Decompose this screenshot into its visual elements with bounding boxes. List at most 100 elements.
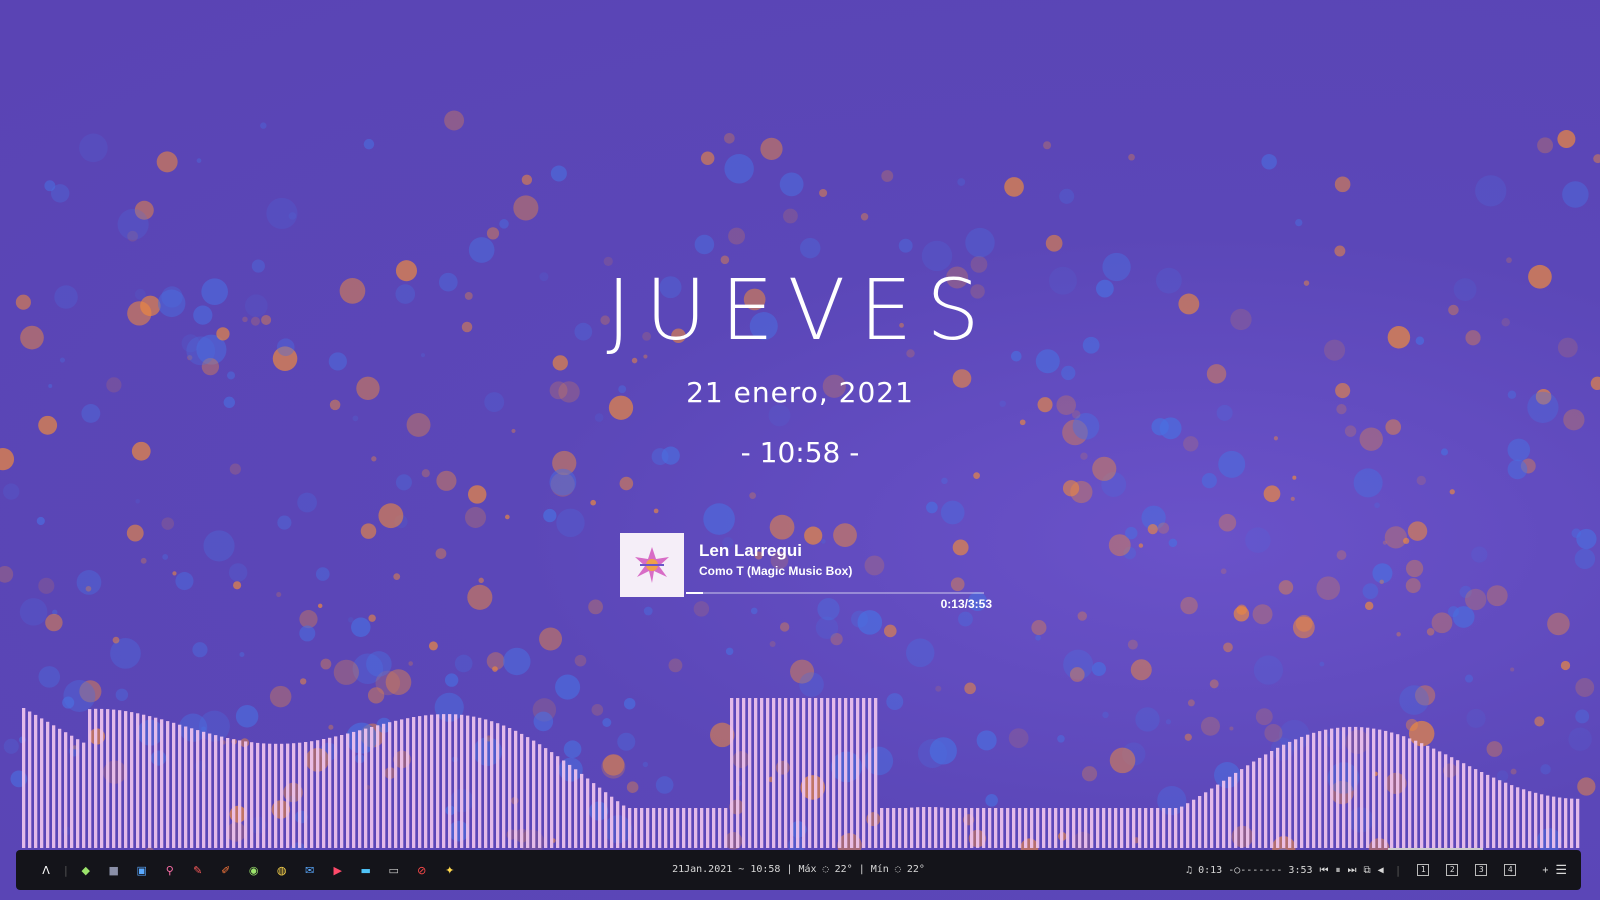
bokeh-dot bbox=[1091, 661, 1106, 677]
bokeh-dot bbox=[725, 647, 734, 656]
visualizer-bar bbox=[1102, 808, 1106, 848]
workspace-3[interactable]: 3 bbox=[1475, 864, 1488, 876]
bokeh-dot bbox=[499, 219, 509, 229]
bokeh-dot bbox=[203, 530, 235, 562]
visualizer-bar bbox=[40, 718, 44, 848]
visualizer-bar bbox=[1282, 744, 1286, 848]
bokeh-dot bbox=[59, 357, 66, 363]
visualizer-bar bbox=[898, 808, 902, 848]
next-button[interactable]: ⏭ bbox=[1348, 865, 1357, 876]
visualizer-bar bbox=[148, 716, 152, 848]
visualizer-bar bbox=[382, 723, 386, 848]
visualizer-bar bbox=[748, 698, 752, 848]
bokeh-dot bbox=[1510, 667, 1515, 672]
bokeh-dot bbox=[926, 501, 938, 514]
visualizer-bar bbox=[1270, 751, 1274, 848]
workspace-1[interactable]: 1 bbox=[1417, 864, 1430, 876]
bokeh-dot bbox=[1449, 489, 1455, 495]
visualizer-bar bbox=[1276, 747, 1280, 848]
pause-button[interactable]: ⏸ bbox=[1336, 865, 1341, 876]
menu-icon[interactable]: ☰ bbox=[1555, 863, 1567, 878]
visualizer-bar bbox=[118, 710, 122, 848]
bokeh-dot bbox=[1547, 612, 1570, 636]
bokeh-dot bbox=[260, 122, 267, 129]
bokeh-dot bbox=[363, 138, 375, 150]
bokeh-dot bbox=[965, 227, 995, 258]
bokeh-dot bbox=[478, 577, 484, 584]
visualizer-bar bbox=[1006, 808, 1010, 848]
bokeh-dot bbox=[172, 571, 177, 576]
bokeh-dot bbox=[815, 616, 839, 639]
visualizer-bar bbox=[1222, 780, 1226, 848]
album-cover[interactable] bbox=[620, 533, 684, 597]
bokeh-dot bbox=[749, 492, 756, 499]
visualizer-bar bbox=[550, 752, 554, 848]
visualizer-bar bbox=[1360, 727, 1364, 848]
visualizer-bar bbox=[430, 714, 434, 848]
bokeh-dot bbox=[1245, 527, 1271, 553]
right-tray: ♫ 0:13 -○------- 3:53 ⏮ ⏸ ⏭ ⧉ ◀ | 1 2 3 … bbox=[1186, 862, 1567, 878]
bokeh-dot bbox=[315, 567, 330, 581]
visualizer-bar bbox=[484, 719, 488, 848]
visualizer-bar bbox=[628, 808, 632, 848]
track-time: 0:13/3:53 bbox=[940, 597, 992, 611]
visualizer-bar bbox=[712, 808, 716, 848]
workspace-2[interactable]: 2 bbox=[1446, 864, 1459, 876]
visualizer-bar bbox=[598, 787, 602, 848]
bokeh-dot bbox=[539, 627, 563, 651]
shuffle-button[interactable]: ⧉ bbox=[1364, 865, 1371, 876]
bokeh-dot bbox=[552, 355, 568, 371]
bokeh-dot bbox=[1464, 674, 1474, 683]
bokeh-dot bbox=[550, 165, 567, 182]
bokeh-dot bbox=[1077, 611, 1087, 621]
visualizer-bar bbox=[1180, 806, 1184, 848]
visualizer-bar bbox=[778, 698, 782, 848]
bokeh-dot bbox=[1316, 576, 1341, 601]
visualizer-bar bbox=[1120, 808, 1124, 848]
visualizer-bar bbox=[1318, 731, 1322, 848]
add-icon[interactable]: + bbox=[1542, 865, 1548, 876]
bokeh-dot bbox=[1319, 661, 1325, 667]
visualizer-bar bbox=[178, 724, 182, 848]
bokeh-dot bbox=[299, 678, 307, 685]
visualizer-bar bbox=[46, 721, 50, 848]
visualizer-bar bbox=[274, 743, 278, 848]
bokeh-dot bbox=[1396, 632, 1401, 637]
visualizer-bar bbox=[586, 778, 590, 848]
bokeh-dot bbox=[117, 208, 149, 240]
visualizer-bar bbox=[358, 730, 362, 848]
visualizer-bar bbox=[520, 733, 524, 848]
visualizer-bar bbox=[682, 808, 686, 848]
previous-button[interactable]: ⏮ bbox=[1320, 865, 1329, 876]
bokeh-dot bbox=[543, 508, 557, 523]
bokeh-dot bbox=[1218, 513, 1237, 532]
bokeh-dot bbox=[668, 658, 683, 673]
bokeh-dot bbox=[1130, 659, 1152, 681]
visualizer-bar bbox=[376, 725, 380, 848]
visualizer-bar bbox=[1252, 761, 1256, 848]
bokeh-dot bbox=[408, 661, 413, 666]
bokeh-dot bbox=[464, 506, 487, 528]
visualizer-bar bbox=[1438, 751, 1442, 848]
bokeh-dot bbox=[503, 647, 531, 676]
visualizer-bar bbox=[1144, 808, 1148, 848]
visualizer-bar bbox=[478, 717, 482, 848]
visualizer-bar bbox=[1462, 763, 1466, 848]
bokeh-dot bbox=[1151, 418, 1169, 436]
visualizer-bar bbox=[22, 708, 26, 848]
visualizer-bar bbox=[730, 698, 734, 848]
visualizer-bar bbox=[226, 738, 230, 848]
bokeh-dot bbox=[619, 476, 634, 491]
visualizer-bar bbox=[1384, 730, 1388, 848]
visualizer-bar bbox=[1162, 808, 1166, 848]
workspace-4[interactable]: 4 bbox=[1504, 864, 1517, 876]
visualizer-bar bbox=[172, 722, 176, 848]
visualizer-bar bbox=[154, 717, 158, 848]
volume-icon[interactable]: ◀ bbox=[1378, 865, 1384, 876]
visualizer-bar bbox=[346, 733, 350, 848]
visualizer-bar bbox=[850, 698, 854, 848]
visualizer-bar bbox=[1480, 772, 1484, 848]
bokeh-dot bbox=[233, 581, 242, 590]
track-progress-bar[interactable] bbox=[686, 592, 984, 594]
visualizer-bar bbox=[910, 807, 914, 848]
